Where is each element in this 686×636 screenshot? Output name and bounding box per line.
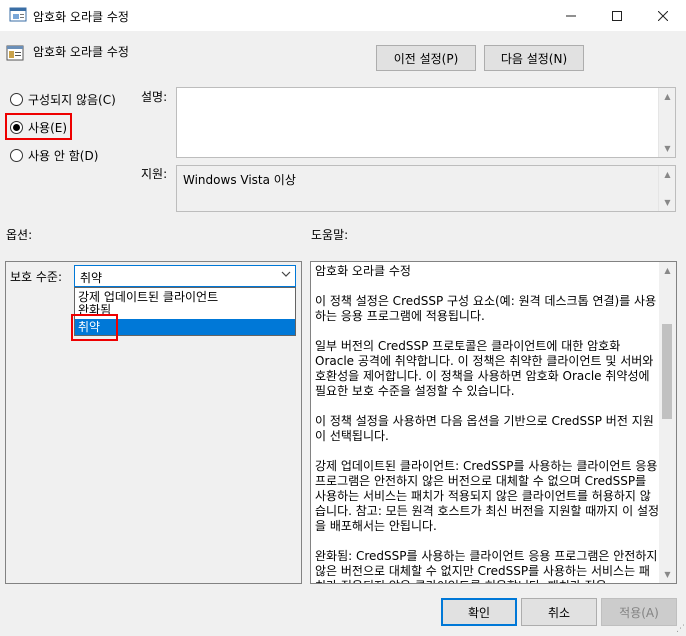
radio-circle[interactable] bbox=[10, 149, 23, 162]
title-bar: 암호화 오라클 수정 bbox=[0, 0, 686, 31]
highlight-box-vulnerable bbox=[71, 314, 118, 341]
help-panel: 암호화 오라클 수정 이 정책 설정은 CredSSP 구성 요소(예: 원격 … bbox=[310, 261, 677, 584]
help-paragraph: 일부 버전의 CredSSP 프로토콜은 클라이언트에 대한 암호화 Oracl… bbox=[315, 339, 654, 398]
scrollbar-thumb[interactable] bbox=[662, 324, 672, 419]
radio-disabled-label: 사용 안 함(D) bbox=[28, 149, 99, 163]
comment-label: 설명: bbox=[141, 90, 168, 104]
comment-scrollbar[interactable]: ▲ ▼ bbox=[658, 88, 675, 157]
scroll-up-icon[interactable]: ▲ bbox=[659, 88, 676, 105]
highlight-box-enabled bbox=[5, 113, 72, 140]
supported-label: 지원: bbox=[141, 167, 168, 181]
help-paragraph: 완화됨: CredSSP를 사용하는 클라이언트 응용 프로그램은 안전하지 않… bbox=[315, 549, 658, 583]
help-title: 암호화 오라클 수정 bbox=[315, 264, 411, 278]
close-button[interactable] bbox=[640, 0, 686, 31]
protection-level-value: 취약 bbox=[80, 271, 103, 285]
radio-not-configured[interactable]: 구성되지 않음(C) bbox=[10, 91, 116, 108]
radio-disabled[interactable]: 사용 안 함(D) bbox=[10, 147, 98, 164]
scroll-up-icon[interactable]: ▲ bbox=[659, 166, 676, 183]
cancel-button[interactable]: 취소 bbox=[521, 598, 597, 626]
comment-textarea[interactable]: ▲ ▼ bbox=[176, 87, 676, 158]
previous-setting-button[interactable]: 이전 설정(P) bbox=[376, 45, 476, 71]
supported-on-box: Windows Vista 이상 ▲ ▼ bbox=[176, 165, 676, 212]
scroll-down-icon[interactable]: ▼ bbox=[659, 194, 676, 211]
help-section-label: 도움말: bbox=[311, 228, 349, 242]
scroll-down-icon[interactable]: ▼ bbox=[659, 566, 676, 583]
maximize-icon bbox=[612, 10, 622, 21]
policy-title: 암호화 오라클 수정 bbox=[33, 45, 129, 59]
radio-not-configured-label: 구성되지 않음(C) bbox=[28, 93, 116, 107]
options-section-label: 옵션: bbox=[6, 228, 33, 242]
minimize-button[interactable] bbox=[548, 0, 594, 31]
radio-circle[interactable] bbox=[10, 93, 23, 106]
help-paragraph: 강제 업데이트된 클라이언트: CredSSP를 사용하는 클라이언트 응용 프… bbox=[315, 459, 660, 533]
next-setting-button[interactable]: 다음 설정(N) bbox=[484, 45, 584, 71]
protection-level-select[interactable]: 취약 bbox=[74, 265, 296, 287]
scroll-up-icon[interactable]: ▲ bbox=[659, 262, 676, 279]
supported-value: Windows Vista 이상 bbox=[183, 173, 296, 187]
policy-setting-icon bbox=[6, 45, 24, 61]
help-paragraph: 이 정책 설정을 사용하면 다음 옵션을 기반으로 CredSSP 버전 지원이… bbox=[315, 414, 654, 443]
help-text: 암호화 오라클 수정 이 정책 설정은 CredSSP 구성 요소(예: 원격 … bbox=[315, 264, 660, 583]
policy-window-icon bbox=[9, 7, 27, 22]
window-title: 암호화 오라클 수정 bbox=[33, 10, 129, 24]
help-scrollbar[interactable]: ▲ ▼ bbox=[659, 262, 676, 583]
protection-level-label: 보호 수준: bbox=[10, 270, 63, 284]
ok-button[interactable]: 확인 bbox=[441, 598, 517, 626]
apply-button[interactable]: 적용(A) bbox=[601, 598, 677, 626]
chevron-down-icon[interactable] bbox=[281, 269, 291, 282]
minimize-icon bbox=[566, 15, 576, 16]
resize-grip-icon[interactable]: ⋰ bbox=[676, 624, 685, 634]
scroll-down-icon[interactable]: ▼ bbox=[659, 140, 676, 157]
help-paragraph: 이 정책 설정은 CredSSP 구성 요소(예: 원격 데스크톱 연결)를 사… bbox=[315, 294, 657, 323]
maximize-button[interactable] bbox=[594, 0, 640, 31]
supported-scrollbar[interactable]: ▲ ▼ bbox=[658, 166, 675, 211]
close-icon bbox=[658, 10, 668, 21]
